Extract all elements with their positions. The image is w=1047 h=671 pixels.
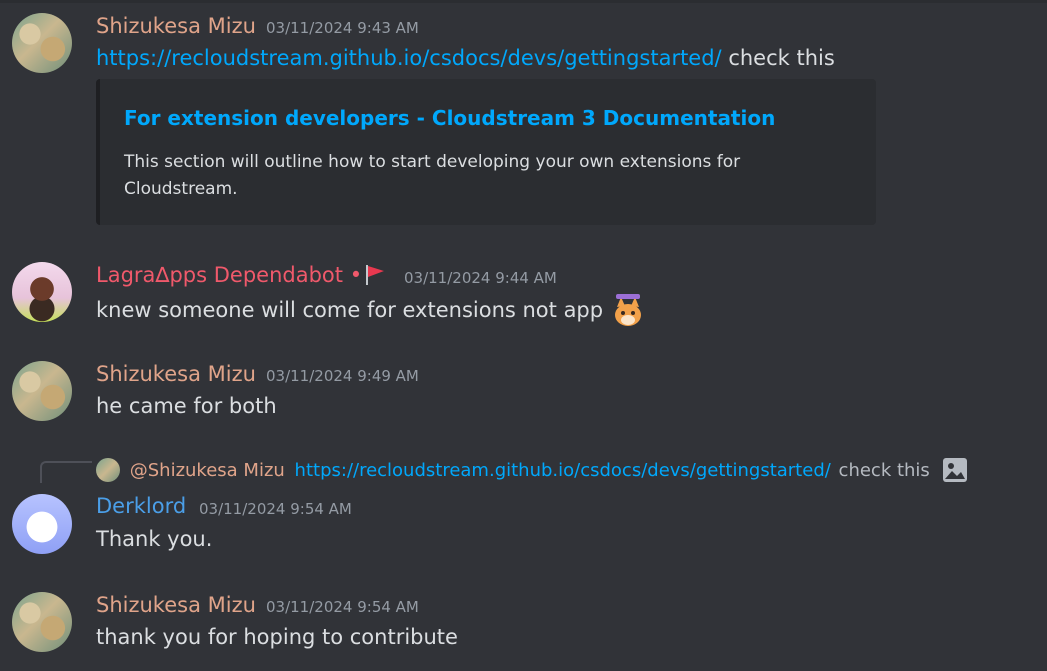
reply-text: check this	[838, 459, 930, 481]
message-content: he came for both	[96, 394, 277, 418]
message-content: https://recloudstream.github.io/csdocs/d…	[96, 46, 835, 70]
avatar[interactable]	[12, 13, 72, 73]
embed-title[interactable]: For extension developers - Cloudstream 3…	[124, 106, 775, 130]
fox-sticker-icon	[614, 294, 641, 326]
author-name[interactable]: Shizukesa Mizu	[96, 593, 256, 617]
author-name[interactable]: Lagra∆pps Dependabot •	[96, 263, 362, 287]
message-link[interactable]: https://recloudstream.github.io/csdocs/d…	[96, 46, 722, 70]
link-embed: For extension developers - Cloudstream 3…	[96, 79, 876, 225]
reply-connector	[40, 461, 92, 483]
message-text: Thank you.	[96, 527, 213, 551]
reply-avatar[interactable]	[96, 458, 120, 482]
embed-description: This section will outline how to start d…	[124, 152, 741, 199]
author-name[interactable]: Shizukesa Mizu	[96, 14, 256, 38]
message-content: knew someone will come for extensions no…	[96, 293, 646, 329]
message-text: thank you for hoping to contribute	[96, 625, 458, 649]
reply-link[interactable]: https://recloudstream.github.io/csdocs/d…	[295, 460, 831, 481]
message-content: Thank you.	[96, 527, 212, 551]
top-divider	[0, 0, 1047, 3]
red-flag-icon	[366, 265, 384, 285]
timestamp: 03/11/2024 9:54 AM	[266, 598, 419, 616]
timestamp: 03/11/2024 9:44 AM	[404, 269, 557, 287]
separator-dot: •	[349, 263, 363, 287]
message-text: he came for both	[96, 394, 277, 418]
author-name[interactable]: Shizukesa Mizu	[96, 362, 256, 386]
avatar[interactable]	[12, 361, 72, 421]
avatar[interactable]	[12, 592, 72, 652]
avatar[interactable]	[12, 494, 72, 554]
message-text: check this	[728, 46, 835, 70]
message-text: knew someone will come for extensions no…	[96, 298, 604, 322]
reply-preview[interactable]: @Shizukesa Mizu https://recloudstream.gi…	[96, 457, 968, 483]
timestamp: 03/11/2024 9:54 AM	[199, 500, 352, 518]
message-content: thank you for hoping to contribute	[96, 625, 458, 649]
timestamp: 03/11/2024 9:49 AM	[266, 367, 419, 385]
reply-username[interactable]: @Shizukesa Mizu	[130, 460, 285, 481]
author-name[interactable]: Derklord	[96, 494, 186, 518]
author-name-text: Lagra∆pps Dependabot	[96, 263, 343, 287]
timestamp: 03/11/2024 9:43 AM	[266, 19, 419, 37]
avatar[interactable]	[12, 262, 72, 322]
image-icon	[942, 458, 967, 482]
